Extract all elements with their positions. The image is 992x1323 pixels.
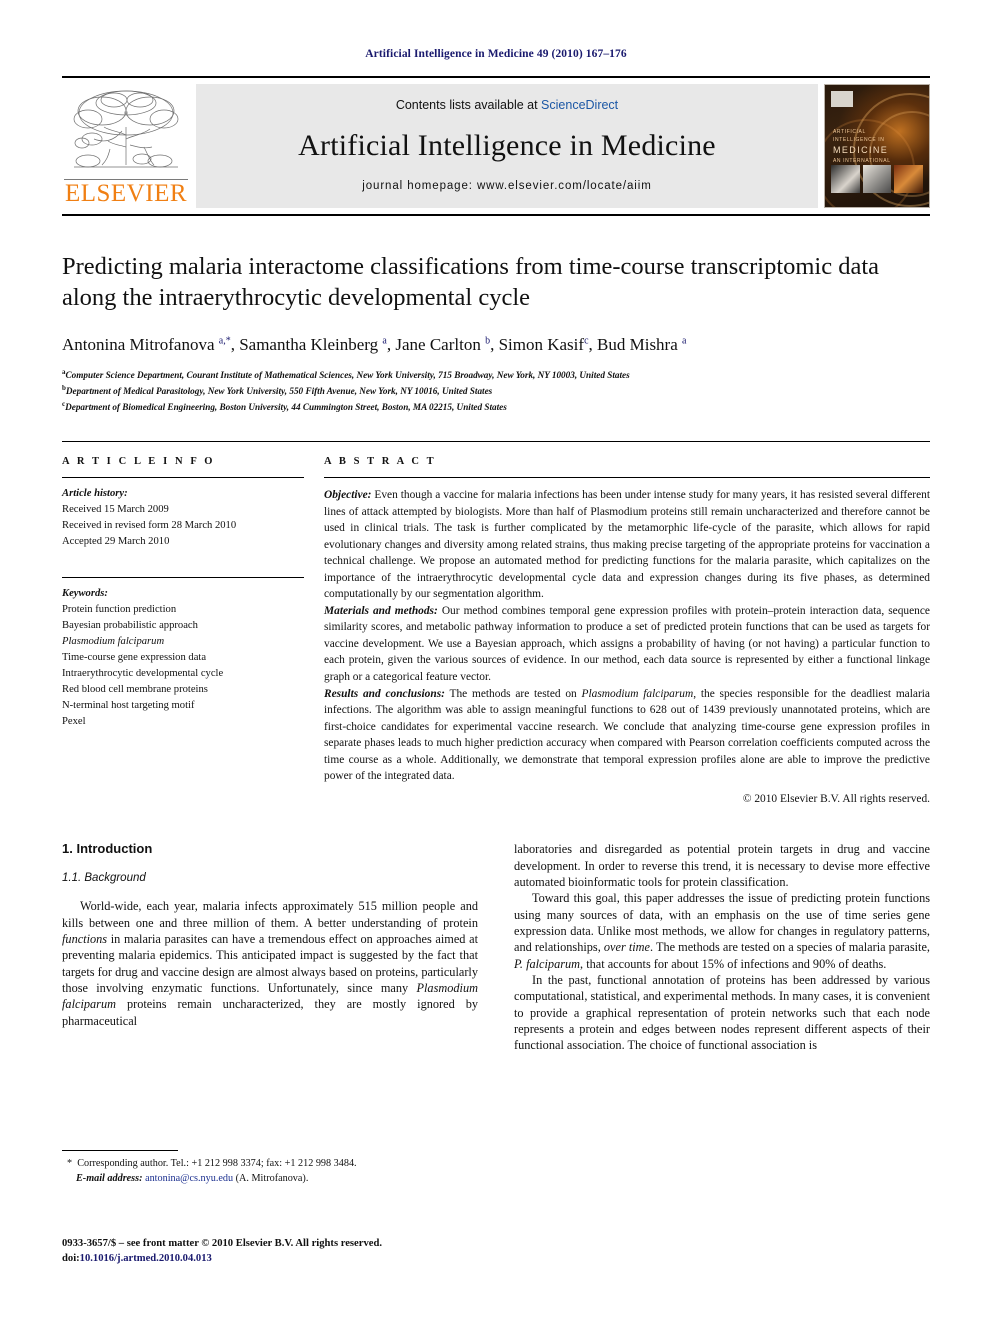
issn-line: 0933-3657/$ – see front matter © 2010 El…	[62, 1238, 382, 1249]
footnote-region: * Corresponding author. Tel.: +1 212 998…	[62, 1150, 492, 1187]
paragraph-past-work: In the past, functional annotation of pr…	[514, 973, 930, 1053]
affil-mark: a	[382, 335, 387, 347]
abstract-results: Results and conclusions: The methods are…	[324, 687, 930, 783]
keyword-item: Red blood cell membrane proteins	[62, 684, 208, 696]
cover-publisher-mark	[831, 91, 853, 107]
abstract-objective: Objective: Even though a vaccine for mal…	[324, 489, 930, 601]
affil-mark: a,*	[218, 335, 231, 347]
article-page: Artificial Intelligence in Medicine 49 (…	[0, 0, 992, 1323]
body-column-left: 1. Introduction 1.1. Background World-wi…	[62, 841, 478, 1053]
contents-available-line: Contents lists available at ScienceDirec…	[396, 98, 618, 112]
keyword-item: Bayesian probabilistic approach	[62, 619, 198, 631]
title-block: Predicting malaria interactome classific…	[62, 216, 930, 415]
corresponding-author-note: * Corresponding author. Tel.: +1 212 998…	[62, 1157, 492, 1187]
doi-line: doi:10.1016/j.artmed.2010.04.013	[62, 1253, 212, 1265]
affiliation-item: aComputer Science Department, Courant In…	[62, 368, 630, 381]
email-label: E-mail address:	[76, 1172, 143, 1184]
journal-masthead: ELSEVIER Contents lists available at Sci…	[62, 76, 930, 216]
elsevier-logo: ELSEVIER	[62, 84, 190, 208]
divider	[62, 477, 304, 479]
article-history-label: Article history:	[62, 488, 128, 500]
keyword-item: Intraerythrocytic developmental cycle	[62, 668, 224, 679]
keyword-item: N-terminal host targeting motif	[62, 700, 195, 712]
abstract-body: Objective: Even though a vaccine for mal…	[324, 487, 930, 807]
abstract-copyright: © 2010 Elsevier B.V. All rights reserved…	[742, 792, 930, 805]
keywords-label: Keywords:	[62, 587, 108, 599]
journal-band: Contents lists available at ScienceDirec…	[196, 84, 818, 208]
body-columns: 1. Introduction 1.1. Background World-wi…	[62, 841, 930, 1053]
sciencedirect-link[interactable]: ScienceDirect	[541, 98, 618, 112]
section-heading-introduction: 1. Introduction	[62, 841, 153, 857]
subsection-heading-background: 1.1. Background	[62, 872, 146, 885]
doi-link[interactable]: 10.1016/j.artmed.2010.04.013	[80, 1253, 212, 1264]
abstract-materials: Materials and methods: Our method combin…	[324, 604, 930, 683]
history-item: Received in revised form 28 March 2010	[62, 520, 237, 532]
page-title: Predicting malaria interactome classific…	[62, 253, 880, 311]
email-link[interactable]: antonina@cs.nyu.edu	[145, 1173, 233, 1184]
article-info-column: A R T I C L E I N F O Article history: R…	[62, 456, 324, 807]
keyword-item: Plasmodium falciparum	[62, 635, 165, 647]
keyword-item: Protein function prediction	[62, 603, 177, 615]
email-line: E-mail address: antonina@cs.nyu.edu (A. …	[76, 1172, 309, 1184]
history-item: Accepted 29 March 2010	[62, 536, 170, 548]
running-head: Artificial Intelligence in Medicine 49 (…	[365, 48, 627, 60]
paragraph-continuation: laboratories and disregarded as potentia…	[514, 842, 930, 889]
author-list: Antonina Mitrofanova a,*, Samantha Klein…	[62, 335, 687, 355]
paragraph-background: World-wide, each year, malaria infects a…	[62, 899, 478, 1028]
cover-image-strip	[831, 165, 924, 193]
footnote-divider	[62, 1150, 178, 1151]
affiliation-list: aComputer Science Department, Courant In…	[62, 367, 930, 415]
history-item: Received 15 March 2009	[62, 504, 169, 516]
affil-mark: c	[584, 335, 589, 347]
page-footer: 0933-3657/$ – see front matter © 2010 El…	[62, 1236, 502, 1267]
article-history: Article history: Received 15 March 2009 …	[62, 486, 304, 550]
elsevier-wordmark: ELSEVIER	[64, 179, 188, 207]
keyword-item: Pexel	[62, 716, 86, 728]
divider	[62, 576, 304, 578]
journal-cover-thumbnail: ARTIFICIAL INTELLIGENCE IN MEDICINE AN I…	[824, 84, 930, 208]
results-label: Results and conclusions:	[324, 687, 445, 700]
objective-label: Objective:	[324, 489, 372, 502]
elsevier-tree-icon	[73, 90, 179, 168]
abstract-heading: A B S T R A C T	[324, 456, 437, 468]
abstract-column: A B S T R A C T Objective: Even though a…	[324, 456, 930, 807]
info-abstract-region: A R T I C L E I N F O Article history: R…	[62, 441, 930, 807]
contents-prefix: Contents lists available at	[395, 98, 542, 112]
materials-label: Materials and methods:	[324, 604, 438, 617]
journal-homepage[interactable]: journal homepage: www.elsevier.com/locat…	[362, 180, 651, 192]
keywords-block: Keywords: Protein function prediction Ba…	[62, 586, 304, 731]
affil-mark: b	[485, 335, 491, 347]
corresponding-line: * Corresponding author. Tel.: +1 212 998…	[67, 1158, 357, 1169]
body-column-right: laboratories and disregarded as potentia…	[514, 841, 930, 1053]
affiliation-item: cDepartment of Biomedical Engineering, B…	[62, 400, 507, 413]
keyword-item: Time-course gene expression data	[62, 651, 207, 663]
affiliation-item: bDepartment of Medical Parasitology, New…	[62, 384, 493, 397]
affil-mark: a	[682, 335, 687, 347]
journal-title: Artificial Intelligence in Medicine	[298, 129, 716, 162]
divider	[324, 477, 930, 479]
article-info-heading: A R T I C L E I N F O	[62, 456, 216, 468]
paragraph-goal: Toward this goal, this paper addresses t…	[514, 891, 930, 971]
